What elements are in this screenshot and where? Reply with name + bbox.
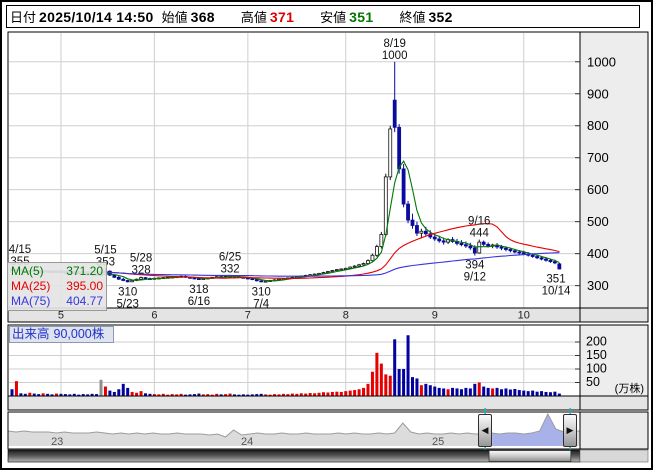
svg-text:500: 500 bbox=[587, 214, 609, 229]
quote-header: 日付 2025/10/14 14:50 始値 368 高値 371 安値 351… bbox=[6, 5, 640, 28]
ma75-label: MA(75) bbox=[11, 294, 50, 309]
scrollbar-thumb[interactable] bbox=[489, 451, 571, 462]
svg-text:5/28: 5/28 bbox=[130, 253, 152, 265]
volume-unit-label: (万株) bbox=[615, 381, 644, 395]
svg-text:8/19: 8/19 bbox=[384, 38, 406, 50]
left-arrow-icon: ◀ bbox=[482, 426, 489, 435]
svg-text:318: 318 bbox=[189, 284, 208, 296]
chart-canvas[interactable]: 4/153555/153533105/235/283283186/166/253… bbox=[0, 0, 653, 470]
svg-text:25: 25 bbox=[432, 436, 444, 448]
svg-text:310: 310 bbox=[118, 286, 137, 298]
ma5-label: MA(5) bbox=[11, 264, 44, 279]
svg-text:310: 310 bbox=[252, 286, 271, 298]
svg-text:351: 351 bbox=[546, 273, 565, 285]
close-label: 終値 bbox=[399, 7, 425, 26]
ma25-value: 395.00 bbox=[66, 279, 103, 294]
date-value: 2025/10/14 14:50 bbox=[39, 9, 154, 25]
navigator-right-handle[interactable]: ▶ bbox=[563, 414, 577, 447]
svg-text:800: 800 bbox=[587, 118, 609, 133]
svg-text:6/25: 6/25 bbox=[219, 251, 241, 263]
svg-text:50: 50 bbox=[586, 375, 600, 389]
navigator-left-handle[interactable]: ◀ bbox=[478, 414, 492, 447]
right-arrow-icon: ▶ bbox=[567, 426, 574, 435]
svg-text:24: 24 bbox=[241, 436, 253, 448]
svg-text:1000: 1000 bbox=[382, 50, 408, 62]
price-scale-area bbox=[580, 32, 648, 308]
open-value: 368 bbox=[191, 9, 215, 25]
svg-text:10/14: 10/14 bbox=[542, 285, 571, 297]
high-value: 371 bbox=[270, 9, 294, 25]
svg-text:6: 6 bbox=[151, 310, 157, 322]
svg-text:200: 200 bbox=[586, 335, 607, 349]
svg-text:700: 700 bbox=[587, 150, 609, 165]
svg-text:9: 9 bbox=[432, 310, 438, 322]
svg-text:900: 900 bbox=[587, 86, 609, 101]
svg-text:10: 10 bbox=[518, 310, 530, 322]
volume-month-band bbox=[8, 396, 648, 410]
svg-text:100: 100 bbox=[586, 362, 607, 376]
svg-text:400: 400 bbox=[587, 246, 609, 261]
ma25-label: MA(25) bbox=[11, 279, 50, 294]
open-label: 始値 bbox=[162, 7, 188, 26]
svg-text:5/15: 5/15 bbox=[94, 245, 116, 257]
ma75-value: 404.77 bbox=[66, 294, 103, 309]
svg-text:7: 7 bbox=[245, 310, 251, 322]
svg-text:6/16: 6/16 bbox=[188, 296, 210, 308]
svg-text:7/4: 7/4 bbox=[253, 298, 270, 310]
svg-text:9/12: 9/12 bbox=[464, 272, 486, 284]
svg-text:332: 332 bbox=[220, 263, 239, 275]
stock-chart-app: 4/153555/153533105/235/283283186/166/253… bbox=[0, 0, 653, 470]
svg-text:328: 328 bbox=[131, 265, 150, 277]
high-label: 高値 bbox=[241, 7, 267, 26]
svg-text:444: 444 bbox=[470, 228, 490, 240]
svg-text:600: 600 bbox=[587, 182, 609, 197]
svg-text:8: 8 bbox=[343, 310, 349, 322]
svg-text:150: 150 bbox=[586, 348, 607, 362]
date-label: 日付 bbox=[10, 7, 36, 26]
svg-text:5: 5 bbox=[58, 310, 64, 322]
svg-text:4/15: 4/15 bbox=[9, 244, 31, 256]
ma5-legend-row: MA(5) 371.20 bbox=[11, 264, 103, 279]
svg-text:394: 394 bbox=[465, 260, 485, 272]
low-label: 安値 bbox=[320, 7, 346, 26]
ma5-value: 371.20 bbox=[66, 264, 103, 279]
svg-text:300: 300 bbox=[587, 278, 609, 293]
ma-legend: MA(5) 371.20 MA(25) 395.00 MA(75) 404.77 bbox=[7, 262, 107, 311]
svg-text:23: 23 bbox=[51, 436, 63, 448]
volume-title: 出来高 bbox=[12, 327, 50, 341]
low-value: 351 bbox=[349, 9, 373, 25]
ma25-legend-row: MA(25) 395.00 bbox=[11, 279, 103, 294]
svg-text:1000: 1000 bbox=[587, 54, 616, 69]
close-value: 352 bbox=[428, 9, 452, 25]
svg-text:5/23: 5/23 bbox=[117, 298, 139, 310]
svg-text:9/16: 9/16 bbox=[468, 216, 490, 228]
volume-value: 90,000株 bbox=[54, 327, 105, 341]
volume-readout: 出来高 90,000株 bbox=[9, 326, 114, 343]
ma75-legend-row: MA(75) 404.77 bbox=[11, 294, 103, 309]
